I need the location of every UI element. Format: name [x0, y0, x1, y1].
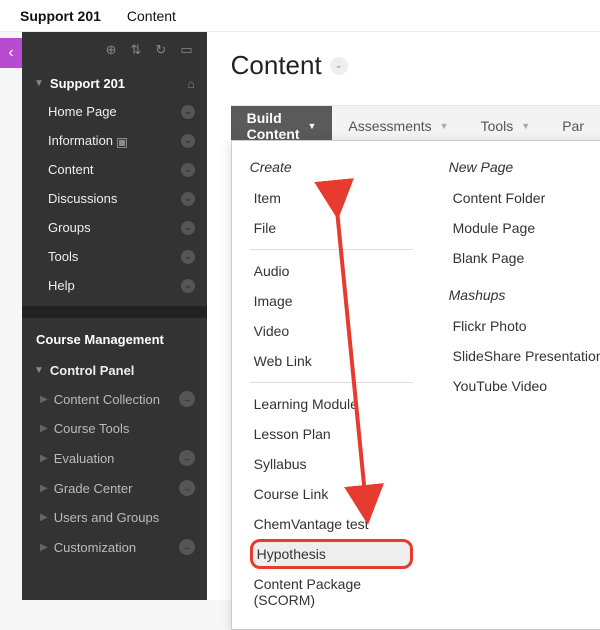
- chevron-right-icon: ▶: [40, 453, 48, 464]
- refresh-icon[interactable]: ↻: [155, 42, 166, 58]
- sidebar-item-groups[interactable]: Groups ⌄: [22, 213, 207, 242]
- home-icon[interactable]: ⌂: [187, 77, 194, 91]
- dropdown-item-video[interactable]: Video: [250, 316, 413, 346]
- folder-icon[interactable]: ▭: [180, 42, 192, 58]
- chevron-right-icon: ▶: [40, 512, 48, 523]
- build-content-dropdown: Create Item File Audio Image Video Web L…: [231, 140, 600, 630]
- reorder-icon[interactable]: ⇅: [131, 42, 142, 58]
- dropdown-item-chemvantage[interactable]: ChemVantage test: [250, 509, 413, 539]
- dropdown-item-youtube[interactable]: YouTube Video: [449, 371, 600, 401]
- go-icon[interactable]: →: [179, 480, 195, 496]
- chevron-down-icon: ▼: [34, 365, 44, 376]
- sidebar-item-discussions[interactable]: Discussions ⌄: [22, 184, 207, 213]
- dropdown-heading-mashups: Mashups: [449, 287, 600, 303]
- dropdown-heading-new-page: New Page: [449, 159, 600, 175]
- control-panel-header[interactable]: ▼Control Panel: [22, 357, 207, 384]
- sidebar-item-content-collection[interactable]: ▶Content Collection →: [22, 384, 207, 414]
- sidebar-item-help[interactable]: Help ⌄: [22, 271, 207, 300]
- sidebar: ⊕ ⇅ ↻ ▭ ▼Support 201 ⌂ Home Page ⌄ Infor…: [22, 32, 207, 600]
- options-icon[interactable]: ⌄: [181, 221, 195, 235]
- options-icon[interactable]: ⌄: [181, 192, 195, 206]
- chevron-down-icon: ▼: [34, 78, 44, 89]
- dropdown-item-lesson-plan[interactable]: Lesson Plan: [250, 419, 413, 449]
- go-icon[interactable]: →: [179, 450, 195, 466]
- chevron-right-icon: ▶: [40, 542, 48, 553]
- dropdown-item-hypothesis[interactable]: Hypothesis: [250, 539, 413, 569]
- sidebar-item-customization[interactable]: ▶Customization →: [22, 532, 207, 562]
- hidden-icon: ▦: [117, 138, 127, 148]
- chevron-down-icon: ▼: [440, 121, 449, 131]
- dropdown-item-slideshare[interactable]: SlideShare Presentation: [449, 341, 600, 371]
- dropdown-heading-create: Create: [250, 159, 413, 175]
- chevron-right-icon: ▶: [40, 423, 48, 434]
- dropdown-item-blank-page[interactable]: Blank Page: [449, 243, 600, 273]
- go-icon[interactable]: →: [179, 539, 195, 555]
- chevron-down-icon: ▼: [308, 121, 317, 131]
- sidebar-item-users-groups[interactable]: ▶Users and Groups: [22, 503, 207, 532]
- dropdown-item-web-link[interactable]: Web Link: [250, 346, 413, 376]
- content-area: Content ⌄ Build Content▼ Assessments▼ To…: [207, 32, 600, 600]
- dropdown-item-content-folder[interactable]: Content Folder: [449, 183, 600, 213]
- chevron-down-icon: ▼: [521, 121, 530, 131]
- dropdown-item-item[interactable]: Item: [250, 183, 413, 213]
- dropdown-item-scorm[interactable]: Content Package (SCORM): [250, 569, 413, 615]
- sidebar-item-tools[interactable]: Tools ⌄: [22, 242, 207, 271]
- breadcrumb-course[interactable]: Support 201: [20, 8, 101, 24]
- go-icon[interactable]: →: [179, 391, 195, 407]
- sidebar-course-header[interactable]: ▼Support 201 ⌂: [22, 70, 207, 97]
- dropdown-item-module-page[interactable]: Module Page: [449, 213, 600, 243]
- dropdown-item-file[interactable]: File: [250, 213, 413, 243]
- options-icon[interactable]: ⌄: [181, 279, 195, 293]
- sidebar-item-grade-center[interactable]: ▶Grade Center →: [22, 473, 207, 503]
- dropdown-item-learning-module[interactable]: Learning Module: [250, 389, 413, 419]
- options-icon[interactable]: ⌄: [181, 250, 195, 264]
- course-management-title: Course Management: [22, 318, 207, 357]
- dropdown-item-syllabus[interactable]: Syllabus: [250, 449, 413, 479]
- options-icon[interactable]: ⌄: [181, 105, 195, 119]
- breadcrumb-page[interactable]: Content: [127, 8, 176, 24]
- dropdown-item-course-link[interactable]: Course Link: [250, 479, 413, 509]
- sidebar-item-course-tools[interactable]: ▶Course Tools: [22, 414, 207, 443]
- add-icon[interactable]: ⊕: [106, 42, 117, 58]
- sidebar-item-evaluation[interactable]: ▶Evaluation →: [22, 443, 207, 473]
- dropdown-item-flickr[interactable]: Flickr Photo: [449, 311, 600, 341]
- breadcrumb: Support 201 Content: [0, 0, 600, 32]
- page-title: Content: [231, 50, 322, 81]
- sidebar-item-information[interactable]: Information▦ ⌄: [22, 126, 207, 155]
- sidebar-item-home-page[interactable]: Home Page ⌄: [22, 97, 207, 126]
- chevron-right-icon: ▶: [40, 394, 48, 405]
- page-options-icon[interactable]: ⌄: [330, 57, 348, 75]
- chevron-right-icon: ▶: [40, 483, 48, 494]
- dropdown-item-audio[interactable]: Audio: [250, 256, 413, 286]
- options-icon[interactable]: ⌄: [181, 134, 195, 148]
- sidebar-item-content[interactable]: Content ⌄: [22, 155, 207, 184]
- dropdown-item-image[interactable]: Image: [250, 286, 413, 316]
- collapse-sidebar-button[interactable]: ‹: [0, 38, 22, 68]
- options-icon[interactable]: ⌄: [181, 163, 195, 177]
